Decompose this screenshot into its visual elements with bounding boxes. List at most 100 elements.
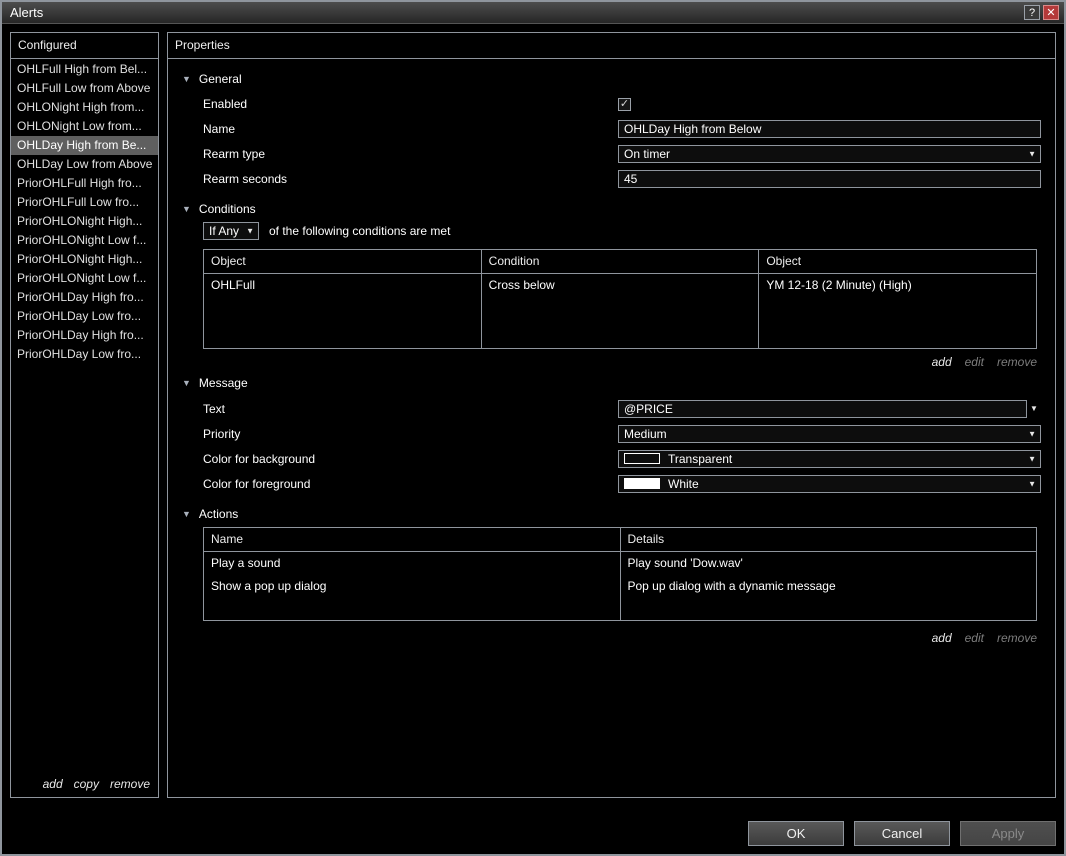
- section-conditions-label: Conditions: [199, 202, 256, 216]
- list-item-selected[interactable]: OHLDay High from Be...: [11, 136, 158, 155]
- footer: OK Cancel Apply: [748, 821, 1056, 846]
- message-text-label: Text: [203, 402, 618, 416]
- conditions-links: add edit remove: [168, 355, 1037, 371]
- transparent-swatch: [624, 453, 660, 464]
- action-row-name[interactable]: Play a sound: [204, 552, 620, 575]
- edit-condition-link[interactable]: edit: [965, 355, 984, 371]
- list-item[interactable]: PriorOHLDay High fro...: [11, 288, 158, 307]
- enabled-checkbox[interactable]: ✓: [618, 98, 631, 111]
- rearm-type-select[interactable]: On timer ▼: [618, 145, 1041, 163]
- list-item[interactable]: PriorOHLONight Low f...: [11, 231, 158, 250]
- priority-value: Medium: [624, 427, 667, 441]
- configured-actions: add copy remove: [11, 773, 158, 795]
- list-item[interactable]: PriorOHLONight Low f...: [11, 269, 158, 288]
- add-alert-link[interactable]: add: [43, 777, 63, 791]
- chevron-down-icon: ▼: [1028, 149, 1036, 158]
- list-item[interactable]: OHLDay Low from Above: [11, 155, 158, 174]
- alerts-dialog: Alerts ? ✕ Configured OHLFull High from …: [0, 0, 1066, 856]
- white-swatch: [624, 478, 660, 489]
- list-item[interactable]: PriorOHLDay High fro...: [11, 326, 158, 345]
- priority-select[interactable]: Medium ▼: [618, 425, 1041, 443]
- configured-header: Configured: [11, 33, 158, 59]
- condition-row-condition[interactable]: Cross below: [482, 274, 759, 297]
- section-general-label: General: [199, 72, 242, 86]
- list-item[interactable]: PriorOHLONight High...: [11, 212, 158, 231]
- rearm-seconds-input[interactable]: [618, 170, 1041, 188]
- conditions-table[interactable]: Object OHLFull Condition Cross below Obj…: [203, 249, 1037, 349]
- actions-col-header[interactable]: Name: [204, 528, 620, 552]
- chevron-down-icon: ▼: [1028, 479, 1036, 488]
- remove-condition-link[interactable]: remove: [997, 355, 1037, 371]
- close-icon: ✕: [1046, 6, 1055, 19]
- condition-row-object2[interactable]: YM 12-18 (2 Minute) (High): [759, 274, 1036, 297]
- collapse-icon: ▼: [182, 379, 191, 388]
- rearm-type-value: On timer: [624, 147, 670, 161]
- list-item[interactable]: PriorOHLDay Low fro...: [11, 307, 158, 326]
- section-message[interactable]: ▼ Message: [182, 376, 1055, 390]
- section-conditions[interactable]: ▼ Conditions: [182, 202, 1055, 216]
- conditions-col-header[interactable]: Object: [759, 250, 1036, 274]
- window-title: Alerts: [10, 5, 1021, 20]
- edit-action-link[interactable]: edit: [965, 631, 984, 647]
- name-input[interactable]: [618, 120, 1041, 138]
- actions-col-header[interactable]: Details: [621, 528, 1037, 552]
- message-text-input[interactable]: [618, 400, 1027, 418]
- collapse-icon: ▼: [182, 205, 191, 214]
- help-icon: ?: [1029, 7, 1035, 19]
- properties-header: Properties: [168, 33, 1055, 59]
- configured-list: OHLFull High from Bel... OHLFull Low fro…: [11, 60, 158, 771]
- condition-row-object[interactable]: OHLFull: [204, 274, 481, 297]
- conditions-col-header[interactable]: Condition: [482, 250, 759, 274]
- help-button[interactable]: ?: [1024, 5, 1040, 20]
- list-item[interactable]: OHLONight Low from...: [11, 117, 158, 136]
- chevron-down-icon: ▼: [1028, 454, 1036, 463]
- add-condition-link[interactable]: add: [932, 355, 952, 371]
- list-item[interactable]: PriorOHLFull Low fro...: [11, 193, 158, 212]
- properties-content: ▼ General Enabled ✓ Name Rearm type O: [168, 60, 1055, 797]
- section-general[interactable]: ▼ General: [182, 72, 1055, 86]
- name-label: Name: [203, 122, 618, 136]
- match-mode-value: If Any: [209, 224, 239, 238]
- chevron-down-icon: ▼: [1030, 404, 1038, 413]
- enabled-label: Enabled: [203, 97, 618, 111]
- collapse-icon: ▼: [182, 75, 191, 84]
- conditions-col-header[interactable]: Object: [204, 250, 481, 274]
- chevron-down-icon: ▼: [246, 226, 254, 235]
- list-item[interactable]: PriorOHLFull High fro...: [11, 174, 158, 193]
- match-mode-select[interactable]: If Any ▼: [203, 222, 259, 240]
- list-item[interactable]: OHLONight High from...: [11, 98, 158, 117]
- action-row-details[interactable]: Play sound 'Dow.wav': [621, 552, 1037, 575]
- copy-alert-link[interactable]: copy: [74, 777, 99, 791]
- close-button[interactable]: ✕: [1043, 5, 1059, 20]
- configured-panel: Configured OHLFull High from Bel... OHLF…: [10, 32, 159, 798]
- foreground-color-value: White: [668, 477, 699, 491]
- priority-label: Priority: [203, 427, 618, 441]
- action-row-details[interactable]: Pop up dialog with a dynamic message: [621, 575, 1037, 598]
- ok-button[interactable]: OK: [748, 821, 844, 846]
- message-text-dropdown-button[interactable]: ▼: [1027, 401, 1041, 417]
- list-item[interactable]: OHLFull Low from Above: [11, 79, 158, 98]
- rearm-type-label: Rearm type: [203, 147, 618, 161]
- section-actions[interactable]: ▼ Actions: [182, 507, 1055, 521]
- list-item[interactable]: PriorOHLDay Low fro...: [11, 345, 158, 364]
- list-item[interactable]: PriorOHLONight High...: [11, 250, 158, 269]
- properties-panel: Properties ▼ General Enabled ✓ Name Rear…: [167, 32, 1056, 798]
- foreground-color-label: Color for foreground: [203, 477, 618, 491]
- list-item[interactable]: OHLFull High from Bel...: [11, 60, 158, 79]
- background-color-select[interactable]: Transparent ▼: [618, 450, 1041, 468]
- collapse-icon: ▼: [182, 510, 191, 519]
- titlebar[interactable]: Alerts ? ✕: [2, 2, 1064, 24]
- remove-action-link[interactable]: remove: [997, 631, 1037, 647]
- foreground-color-select[interactable]: White ▼: [618, 475, 1041, 493]
- rearm-seconds-label: Rearm seconds: [203, 172, 618, 186]
- apply-button[interactable]: Apply: [960, 821, 1056, 846]
- section-message-label: Message: [199, 376, 248, 390]
- remove-alert-link[interactable]: remove: [110, 777, 150, 791]
- actions-links: add edit remove: [168, 631, 1037, 647]
- action-row-name[interactable]: Show a pop up dialog: [204, 575, 620, 598]
- actions-table[interactable]: Name Play a sound Show a pop up dialog D…: [203, 527, 1037, 621]
- add-action-link[interactable]: add: [932, 631, 952, 647]
- cancel-button[interactable]: Cancel: [854, 821, 950, 846]
- checkmark-icon: ✓: [620, 98, 629, 110]
- background-color-label: Color for background: [203, 452, 618, 466]
